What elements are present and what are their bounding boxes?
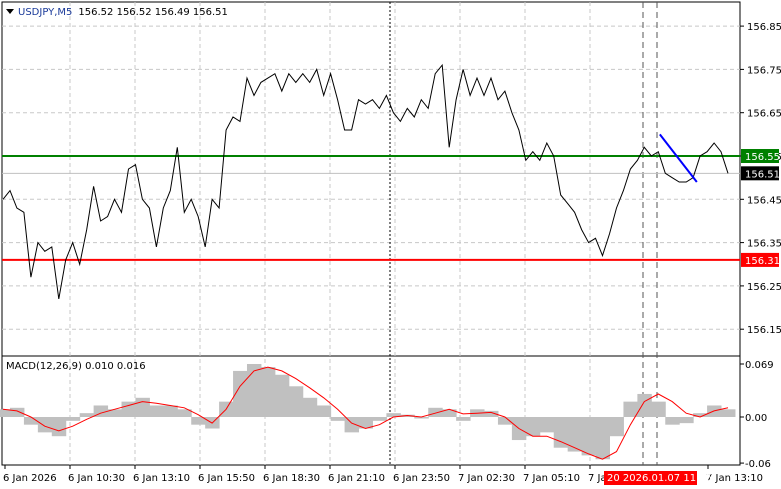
x-tick-label: 6 Jan 18:30: [263, 473, 320, 484]
macd-histogram-bar: [456, 417, 471, 421]
y-tick-label: 156.85: [747, 22, 781, 33]
x-tick-label: 7 Jan 02:30: [458, 473, 515, 484]
macd-title: MACD(12,26,9) 0.010 0.016: [6, 361, 146, 372]
macd-histogram-bar: [679, 417, 694, 424]
macd-histogram-bar: [581, 417, 597, 456]
macd-histogram-bar: [372, 417, 387, 421]
x-tick-label: 6 Jan 21:10: [328, 473, 385, 484]
y-tick-label: 156.45: [747, 195, 781, 206]
macd-histogram-bar: [567, 417, 583, 452]
x-tick-label: 7 Jan 05:10: [523, 473, 580, 484]
chart-svg[interactable]: 156.85 156.75 156.65 156.55 156.45 156.35 156.…: [0, 0, 781, 489]
current-label: 156.51: [745, 169, 780, 180]
macd-y-tick-label: -0.06: [745, 459, 771, 470]
macd-histogram-bar: [51, 417, 67, 437]
y-tick-label: 156.15: [747, 325, 781, 336]
macd-histogram-bar: [637, 393, 652, 417]
x-tick-label: 6 Jan 23:50: [393, 473, 450, 484]
x-tick-label: 6 Jan 13:10: [133, 473, 190, 484]
x-tick-label: 7 Jan 13:10: [706, 473, 763, 484]
macd-histogram-bar: [721, 409, 736, 417]
x-tick-label: 6 Jan 2026: [3, 473, 57, 484]
y-tick-label: 156.75: [747, 65, 781, 76]
macd-histogram-bar: [428, 407, 443, 417]
macd-histogram-bar: [623, 401, 638, 417]
macd-histogram-bar: [595, 417, 610, 460]
symbol-header: USDJPY,M5 156.52 156.52 156.49 156.51: [18, 7, 228, 18]
y-tick-label: 156.35: [747, 239, 781, 250]
macd-histogram-bar: [246, 364, 262, 417]
time-axis: 6 Jan 2026 6 Jan 10:30 6 Jan 13:10 6 Jan 15…: [3, 465, 763, 485]
macd-histogram-bar: [260, 367, 276, 417]
macd-y-tick-label: 0.00: [745, 413, 767, 424]
y-tick-label: 156.25: [747, 282, 781, 293]
macd-histogram-bar: [665, 417, 680, 425]
macd-histogram-bar: [65, 417, 81, 421]
macd-histogram-bar: [288, 386, 304, 417]
trading-chart[interactable]: 156.85 156.75 156.65 156.55 156.45 156.35 156.…: [0, 0, 781, 489]
x-tick-label: 6 Jan 15:50: [198, 473, 255, 484]
macd-histogram-bar: [37, 417, 53, 433]
macd-histogram-bar: [79, 413, 95, 417]
price-axis: 156.85 156.75 156.65 156.55 156.45 156.35 156.…: [740, 22, 781, 470]
crosshair-time-label: 20 2026.01.07 11:05: [607, 473, 712, 484]
macd-histogram-bar: [274, 374, 290, 417]
macd-y-tick-label: 0.069: [745, 360, 774, 371]
chart-frame: [1, 1, 741, 466]
macd-histogram-bar: [609, 417, 624, 437]
y-tick-label: 156.65: [747, 109, 781, 120]
resistance-label: 156.55: [745, 152, 780, 163]
macd-histogram-bar: [135, 397, 150, 417]
support-label: 156.31: [745, 256, 780, 267]
macd-histogram-bar: [316, 405, 332, 417]
macd-histogram-bar: [539, 417, 555, 433]
x-tick-label: 6 Jan 10:30: [68, 473, 125, 484]
macd-histogram-bar: [163, 405, 178, 417]
macd-histogram-bar: [330, 417, 346, 421]
macd-histogram-bar: [651, 401, 666, 417]
macd-histogram-bar: [302, 397, 318, 417]
macd-histogram-bar: [9, 407, 25, 417]
macd-histogram-bar: [553, 417, 569, 448]
macd-histogram-bar: [149, 405, 164, 417]
